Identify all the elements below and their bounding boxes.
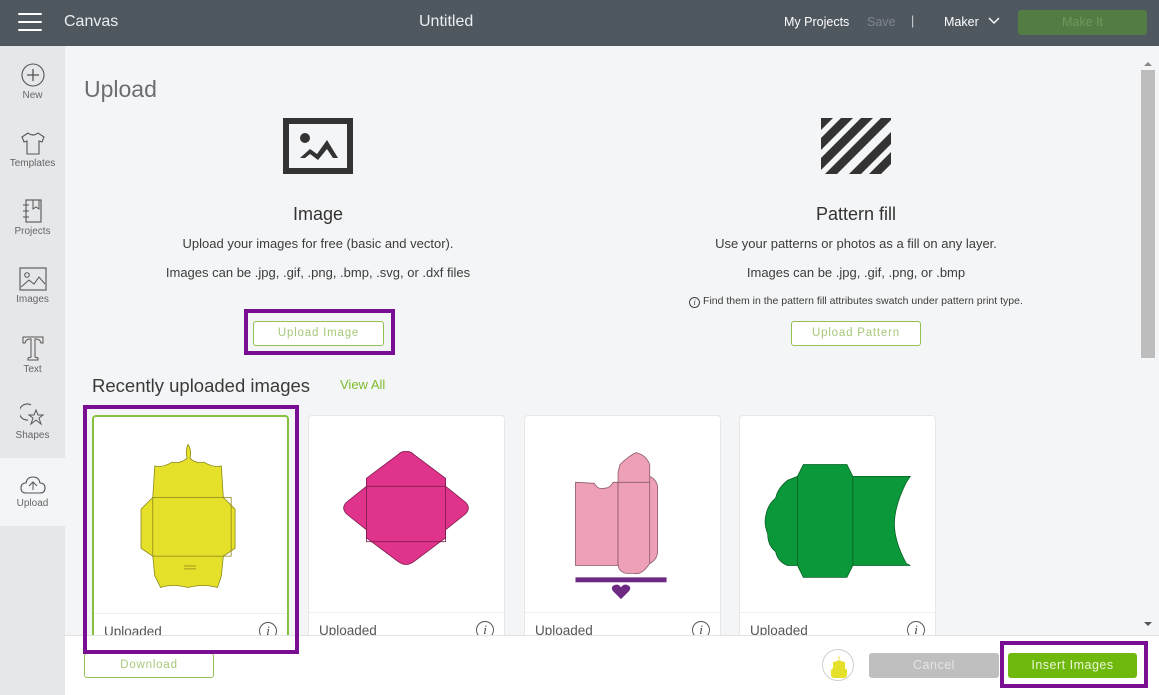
envelope-thumbnail-yellow <box>140 443 236 588</box>
scroll-up-arrow-icon[interactable] <box>1143 60 1153 68</box>
card-status: Uploaded <box>750 623 808 635</box>
card-footer: Uploaded i <box>94 613 287 635</box>
upload-panel: Upload Image Upload your images for free… <box>65 46 1140 635</box>
pattern-section-description: Use your patterns or photos as a fill on… <box>715 236 997 251</box>
chevron-down-icon[interactable] <box>987 14 1001 28</box>
shapes-icon <box>19 403 44 426</box>
image-icon <box>18 267 47 291</box>
pattern-upload-section: Pattern fill Use your patterns or photos… <box>640 116 1072 308</box>
info-icon[interactable]: i <box>476 621 494 635</box>
page-title: Upload <box>84 76 157 102</box>
upload-image-button[interactable]: Upload Image <box>253 321 384 346</box>
cloud-upload-icon <box>19 476 46 494</box>
tshirt-icon <box>20 132 45 155</box>
sidebar-item-templates[interactable]: Templates <box>0 130 65 198</box>
sidebar-item-label: Text <box>23 364 42 375</box>
document-title[interactable]: Untitled <box>419 13 473 31</box>
info-icon[interactable]: i <box>259 622 277 635</box>
info-icon[interactable]: i <box>692 621 710 635</box>
pattern-section-title: Pattern fill <box>815 204 897 224</box>
sidebar-item-images[interactable]: Images <box>0 266 65 334</box>
sidebar-item-text[interactable]: Text <box>0 334 65 402</box>
card-footer: Uploaded i <box>525 612 720 635</box>
sidebar-item-projects[interactable]: Projects <box>0 198 65 266</box>
plus-circle-icon <box>20 63 45 87</box>
pattern-note-text: Find them in the pattern fill attributes… <box>703 295 1023 307</box>
sidebar-item-label: Projects <box>14 226 51 237</box>
image-section-title: Image <box>292 204 344 224</box>
uploaded-image-card[interactable]: Uploaded i <box>739 415 936 635</box>
text-t-icon <box>22 336 43 361</box>
uploaded-image-card[interactable]: Uploaded i <box>92 415 289 635</box>
sidebar-item-label: Images <box>16 294 49 305</box>
menu-icon[interactable] <box>18 13 42 33</box>
notebook-icon <box>22 199 42 223</box>
sidebar-item-label: New <box>22 90 43 101</box>
top-bar: Canvas Untitled My Projects Save | Maker… <box>0 0 1159 46</box>
divider: | <box>911 14 915 28</box>
pattern-section-note: i Find them in the pattern fill attribut… <box>640 295 1072 308</box>
insert-images-button[interactable]: Insert Images <box>1008 653 1137 678</box>
image-upload-section: Image Upload your images for free (basic… <box>125 116 511 280</box>
uploaded-image-card[interactable]: Uploaded i <box>308 415 505 635</box>
save-button[interactable]: Save <box>867 15 896 29</box>
card-status: Uploaded <box>319 623 377 635</box>
envelope-thumbnail-pink <box>343 451 469 565</box>
recent-uploads-title: Recently uploaded images <box>92 375 311 396</box>
image-icon <box>283 118 353 174</box>
card-footer: Uploaded i <box>309 612 504 635</box>
image-section-description: Upload your images for free (basic and v… <box>182 236 454 251</box>
scrollbar-thumb[interactable] <box>1141 70 1155 358</box>
uploaded-image-card[interactable]: Uploaded i <box>524 415 721 635</box>
sidebar-item-new[interactable]: New <box>0 62 65 130</box>
view-all-link[interactable]: View All <box>340 377 385 392</box>
card-status: Uploaded <box>535 623 593 635</box>
info-icon[interactable]: i <box>907 621 925 635</box>
scroll-down-arrow-icon[interactable] <box>1143 620 1153 628</box>
download-button[interactable]: Download <box>84 653 214 678</box>
upload-pattern-button[interactable]: Upload Pattern <box>791 321 921 346</box>
pattern-section-formats: Images can be .jpg, .gif, .png, or .bmp <box>746 265 966 280</box>
sidebar-item-upload[interactable]: Upload <box>0 458 65 526</box>
card-status: Uploaded <box>104 624 162 635</box>
machine-select[interactable]: Maker <box>944 15 979 29</box>
card-footer: Uploaded i <box>740 612 935 635</box>
cancel-button[interactable]: Cancel <box>869 653 999 678</box>
make-it-button[interactable]: Make It <box>1018 10 1147 35</box>
my-projects-link[interactable]: My Projects <box>784 15 849 29</box>
sidebar: New Templates Projects Images Text Shape… <box>0 46 65 695</box>
info-icon: i <box>689 297 701 308</box>
envelope-preview-icon <box>831 655 847 678</box>
image-section-formats: Images can be .jpg, .gif, .png, .bmp, .s… <box>165 265 471 280</box>
sidebar-item-label: Shapes <box>15 430 50 441</box>
envelope-thumbnail-light-pink <box>575 452 667 600</box>
sidebar-item-label: Upload <box>16 498 49 509</box>
sidebar-item-label: Templates <box>9 158 56 169</box>
app-name: Canvas <box>64 13 119 30</box>
envelope-thumbnail-green <box>764 464 911 578</box>
pattern-stripes-icon <box>821 118 891 174</box>
footer-bar: Download Cancel Insert Images <box>65 635 1159 695</box>
selected-image-preview <box>822 649 854 681</box>
